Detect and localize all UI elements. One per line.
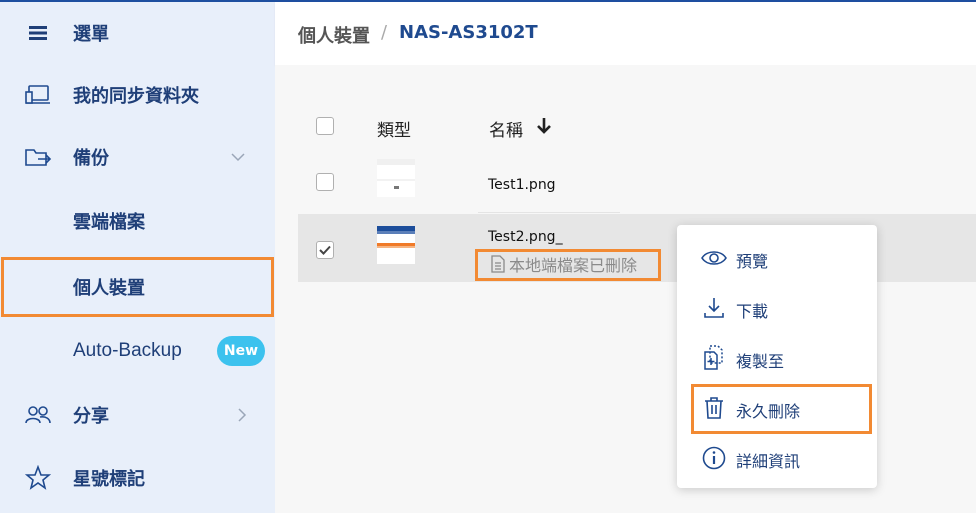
menu-icon: [24, 19, 52, 47]
sidebar-item-label: 我的同步資料夾: [73, 86, 199, 107]
menu-item-label: 下載: [736, 302, 769, 321]
menu-item-copy-to[interactable]: 複製至: [677, 333, 877, 383]
document-icon: [490, 255, 506, 273]
sidebar-item-label: 星號標記: [73, 469, 145, 490]
star-icon: [24, 464, 52, 492]
menu-item-details[interactable]: 詳細資訊: [677, 433, 877, 483]
breadcrumb-separator: /: [381, 22, 388, 43]
new-badge: New: [217, 336, 265, 366]
breadcrumb-parent[interactable]: 個人裝置: [298, 22, 370, 48]
chevron-right-icon[interactable]: [234, 407, 250, 423]
sidebar-item-label: 雲端檔案: [73, 212, 145, 233]
file-thumbnail: [377, 226, 415, 264]
sidebar-item-label: 分享: [73, 406, 109, 427]
sidebar-item-backup[interactable]: 備份: [0, 126, 275, 188]
menu-item-label: 複製至: [736, 352, 785, 371]
sidebar-item-share[interactable]: 分享: [0, 384, 275, 446]
menu-item-preview[interactable]: 預覽: [677, 233, 877, 283]
info-icon: [701, 445, 727, 471]
sidebar-item-starred[interactable]: 星號標記: [0, 447, 275, 509]
sidebar-item-menu[interactable]: 選單: [0, 2, 275, 64]
row-checkbox[interactable]: [316, 173, 334, 191]
column-header-name[interactable]: 名稱: [489, 116, 523, 141]
row-checkbox-checked[interactable]: [316, 241, 334, 259]
file-name[interactable]: Test1.png: [488, 177, 556, 193]
file-status: 本地端檔案已刪除: [490, 252, 637, 276]
menu-item-label: 詳細資訊: [736, 452, 801, 471]
copy-to-icon: [701, 345, 727, 371]
local-file-deleted-label: 本地端檔案已刪除: [509, 256, 638, 275]
sidebar-item-label: Auto-Backup: [73, 340, 182, 361]
sidebar-item-label: 備份: [73, 148, 109, 169]
menu-item-download[interactable]: 下載: [677, 283, 877, 333]
sidebar-item-cloud-files[interactable]: 雲端檔案: [0, 190, 275, 252]
eye-icon: [701, 245, 727, 271]
header-bar: 個人裝置 / NAS-AS3102T: [275, 2, 976, 65]
file-thumbnail: [377, 159, 415, 197]
select-all-checkbox[interactable]: [316, 117, 334, 135]
sort-arrow-down-icon[interactable]: [536, 117, 552, 135]
chevron-down-icon[interactable]: [230, 149, 246, 165]
sidebar-item-my-sync-folder[interactable]: 我的同步資料夾: [0, 64, 275, 126]
context-menu: 預覽 下載 複製至 永久刪除 詳細資訊: [677, 225, 877, 488]
column-header-type[interactable]: 類型: [377, 116, 411, 141]
sidebar-item-label: 選單: [73, 24, 109, 45]
highlight-box: [1, 257, 274, 317]
file-name[interactable]: Test2.png_: [488, 229, 563, 245]
menu-item-label: 預覽: [736, 252, 769, 271]
divider: [478, 212, 620, 213]
highlight-box: [691, 384, 872, 434]
breadcrumb-current: NAS-AS3102T: [399, 22, 538, 43]
download-icon: [701, 295, 727, 321]
folder-arrow-icon: [24, 143, 52, 171]
people-icon: [24, 401, 52, 429]
laptop-icon: [24, 81, 52, 109]
